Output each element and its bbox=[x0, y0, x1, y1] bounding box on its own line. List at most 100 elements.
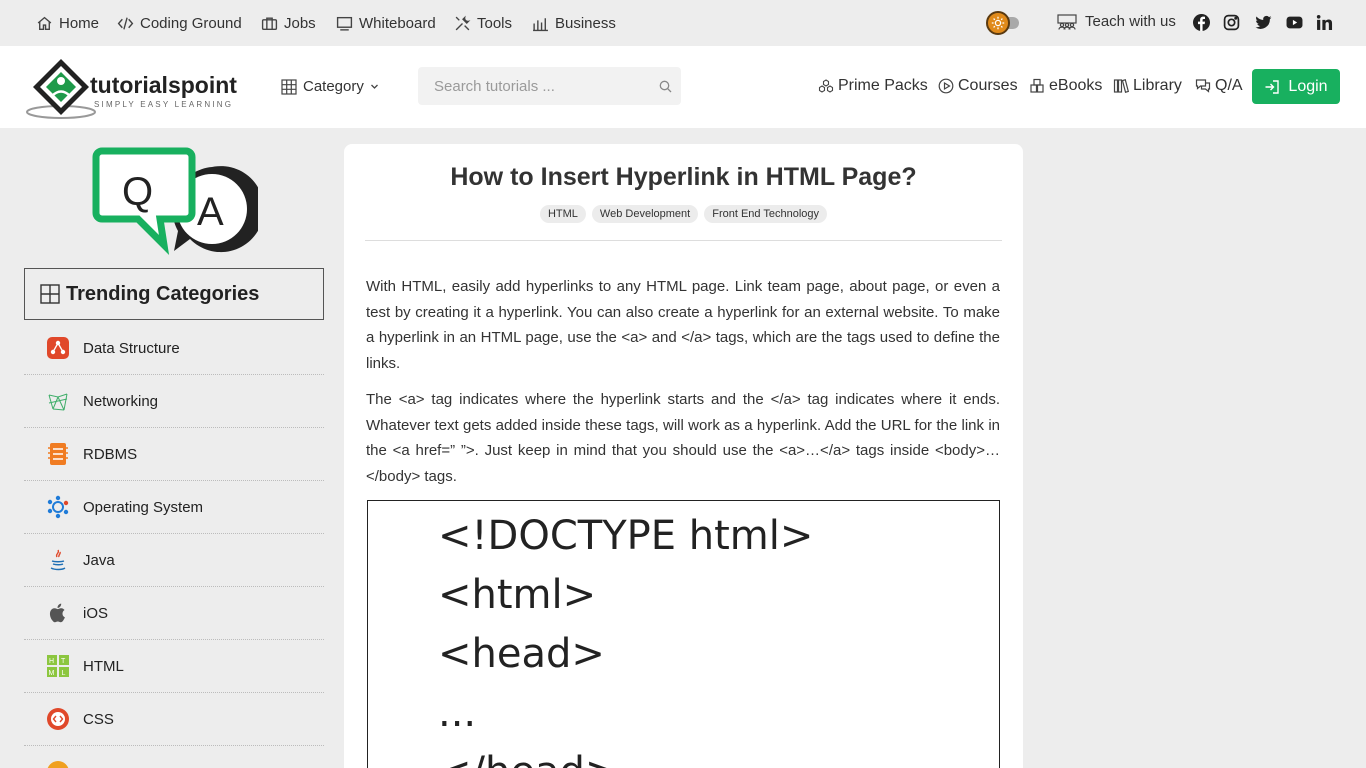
nav-prime-packs[interactable]: Prime Packs bbox=[818, 77, 928, 95]
rdbms-icon bbox=[46, 442, 70, 466]
tag-web-development[interactable]: Web Development bbox=[591, 205, 699, 223]
grid-icon bbox=[40, 284, 60, 304]
category-label: Networking bbox=[83, 392, 159, 410]
category-list: Data Structure Networking RDBMS Operatin… bbox=[24, 322, 324, 768]
topnav-home[interactable]: Home bbox=[36, 13, 99, 33]
category-label: RDBMS bbox=[83, 445, 138, 463]
article-card: How to Insert Hyperlink in HTML Page? HT… bbox=[344, 144, 1023, 768]
topnav-tools[interactable]: Tools bbox=[454, 13, 512, 33]
top-bar: Home Coding Ground Jobs Whiteboard Tools… bbox=[0, 0, 1366, 46]
category-networking[interactable]: Networking bbox=[24, 375, 324, 428]
article-paragraph: With HTML, easily add hyperlinks to any … bbox=[366, 278, 1000, 372]
login-button[interactable]: Login bbox=[1252, 69, 1340, 104]
grid-icon bbox=[281, 78, 297, 95]
category-label: Category bbox=[303, 78, 364, 95]
home-icon bbox=[37, 16, 52, 30]
svg-text:M: M bbox=[49, 670, 55, 677]
topnav-business[interactable]: Business bbox=[532, 13, 616, 33]
chat-icon bbox=[1195, 79, 1211, 93]
nav-ebooks[interactable]: eBooks bbox=[1029, 77, 1102, 95]
title-divider bbox=[365, 240, 1002, 241]
svg-text:T: T bbox=[61, 658, 66, 665]
data-structure-icon bbox=[46, 336, 70, 360]
category-dropdown[interactable]: Category bbox=[281, 78, 379, 95]
chart-icon bbox=[533, 17, 548, 31]
tools-icon bbox=[455, 15, 471, 30]
apple-icon bbox=[46, 601, 70, 625]
svg-text:L: L bbox=[62, 670, 66, 677]
topnav-coding-ground[interactable]: Coding Ground bbox=[117, 13, 242, 33]
topnav-jobs-label: Jobs bbox=[284, 14, 316, 32]
category-label: iOS bbox=[83, 604, 109, 622]
topnav-jobs[interactable]: Jobs bbox=[261, 13, 316, 33]
nav-prime-packs-label: Prime Packs bbox=[838, 77, 928, 94]
trending-categories-heading: Trending Categories bbox=[24, 268, 324, 320]
nav-qa-label: Q/A bbox=[1215, 77, 1243, 94]
twitter-icon[interactable] bbox=[1255, 14, 1272, 31]
nav-library[interactable]: Library bbox=[1113, 77, 1182, 95]
prime-icon bbox=[818, 79, 834, 93]
code-example-image: <!DOCTYPE html> <html> <head> ... </head… bbox=[367, 500, 1000, 768]
topnav-business-label: Business bbox=[555, 14, 616, 32]
sun-icon bbox=[986, 11, 1010, 35]
search-input[interactable] bbox=[418, 77, 648, 95]
category-label: Data Structure bbox=[83, 339, 180, 357]
chevron-down-icon bbox=[370, 84, 378, 89]
category-label: CSS bbox=[83, 710, 114, 728]
topnav-whiteboard[interactable]: Whiteboard bbox=[336, 13, 436, 33]
svg-text:A: A bbox=[197, 190, 224, 234]
login-label: Login bbox=[1288, 77, 1328, 95]
nav-qa[interactable]: Q/A bbox=[1195, 77, 1243, 95]
category-label: HTML bbox=[83, 657, 124, 675]
code-line: ... bbox=[438, 690, 477, 736]
topnav-home-label: Home bbox=[59, 14, 100, 32]
article-tags: HTML Web Development Front End Technolog… bbox=[344, 205, 1023, 223]
code-icon bbox=[117, 16, 134, 30]
networking-icon bbox=[46, 389, 70, 413]
trending-title: Trending Categories bbox=[66, 282, 260, 305]
logo-tagline: SIMPLY EASY LEARNING bbox=[94, 100, 233, 109]
topnav-coding-ground-label: Coding Ground bbox=[140, 14, 242, 32]
qa-illustration: A Q bbox=[92, 145, 258, 263]
html-icon: HTML bbox=[46, 654, 70, 678]
category-partial[interactable] bbox=[24, 746, 324, 768]
category-rdbms[interactable]: RDBMS bbox=[24, 428, 324, 481]
youtube-icon[interactable] bbox=[1286, 14, 1303, 31]
whiteboard-icon bbox=[336, 16, 353, 31]
css-icon bbox=[46, 707, 70, 731]
linkedin-icon[interactable] bbox=[1316, 14, 1333, 31]
play-icon bbox=[938, 78, 954, 94]
topnav-tools-label: Tools bbox=[477, 14, 513, 32]
facebook-icon[interactable] bbox=[1193, 14, 1210, 31]
code-line: <!DOCTYPE html> bbox=[438, 513, 814, 559]
teacher-icon bbox=[1057, 13, 1077, 30]
category-icon bbox=[46, 760, 70, 768]
category-ios[interactable]: iOS bbox=[24, 587, 324, 640]
topnav-whiteboard-label: Whiteboard bbox=[359, 14, 436, 32]
tutorialspoint-logo[interactable]: tutorialspoint SIMPLY EASY LEARNING bbox=[26, 56, 258, 122]
library-icon bbox=[1113, 79, 1129, 93]
article-title: How to Insert Hyperlink in HTML Page? bbox=[450, 163, 917, 191]
search-icon[interactable] bbox=[659, 80, 672, 93]
nav-library-label: Library bbox=[1133, 77, 1182, 94]
category-label: Java bbox=[83, 551, 115, 569]
nav-ebooks-label: eBooks bbox=[1049, 77, 1103, 94]
category-html[interactable]: HTML HTML bbox=[24, 640, 324, 693]
tag-front-end-technology[interactable]: Front End Technology bbox=[704, 205, 828, 223]
article-paragraph: The <a> tag indicates where the hyperlin… bbox=[366, 391, 1000, 485]
svg-text:Q: Q bbox=[122, 170, 153, 214]
svg-text:H: H bbox=[49, 658, 54, 665]
category-java[interactable]: Java bbox=[24, 534, 324, 587]
teach-with-us-label: Teach with us bbox=[1085, 13, 1176, 30]
category-data-structure[interactable]: Data Structure bbox=[24, 322, 324, 375]
tag-html[interactable]: HTML bbox=[539, 205, 586, 223]
teach-with-us-link[interactable]: Teach with us bbox=[1057, 13, 1176, 30]
category-operating-system[interactable]: Operating System bbox=[24, 481, 324, 534]
nav-courses[interactable]: Courses bbox=[938, 77, 1018, 95]
category-css[interactable]: CSS bbox=[24, 693, 324, 746]
code-line: </head> bbox=[438, 749, 618, 768]
code-line: <html> bbox=[438, 572, 597, 618]
java-icon bbox=[46, 548, 70, 572]
instagram-icon[interactable] bbox=[1223, 14, 1240, 31]
theme-toggle[interactable] bbox=[986, 11, 1034, 35]
